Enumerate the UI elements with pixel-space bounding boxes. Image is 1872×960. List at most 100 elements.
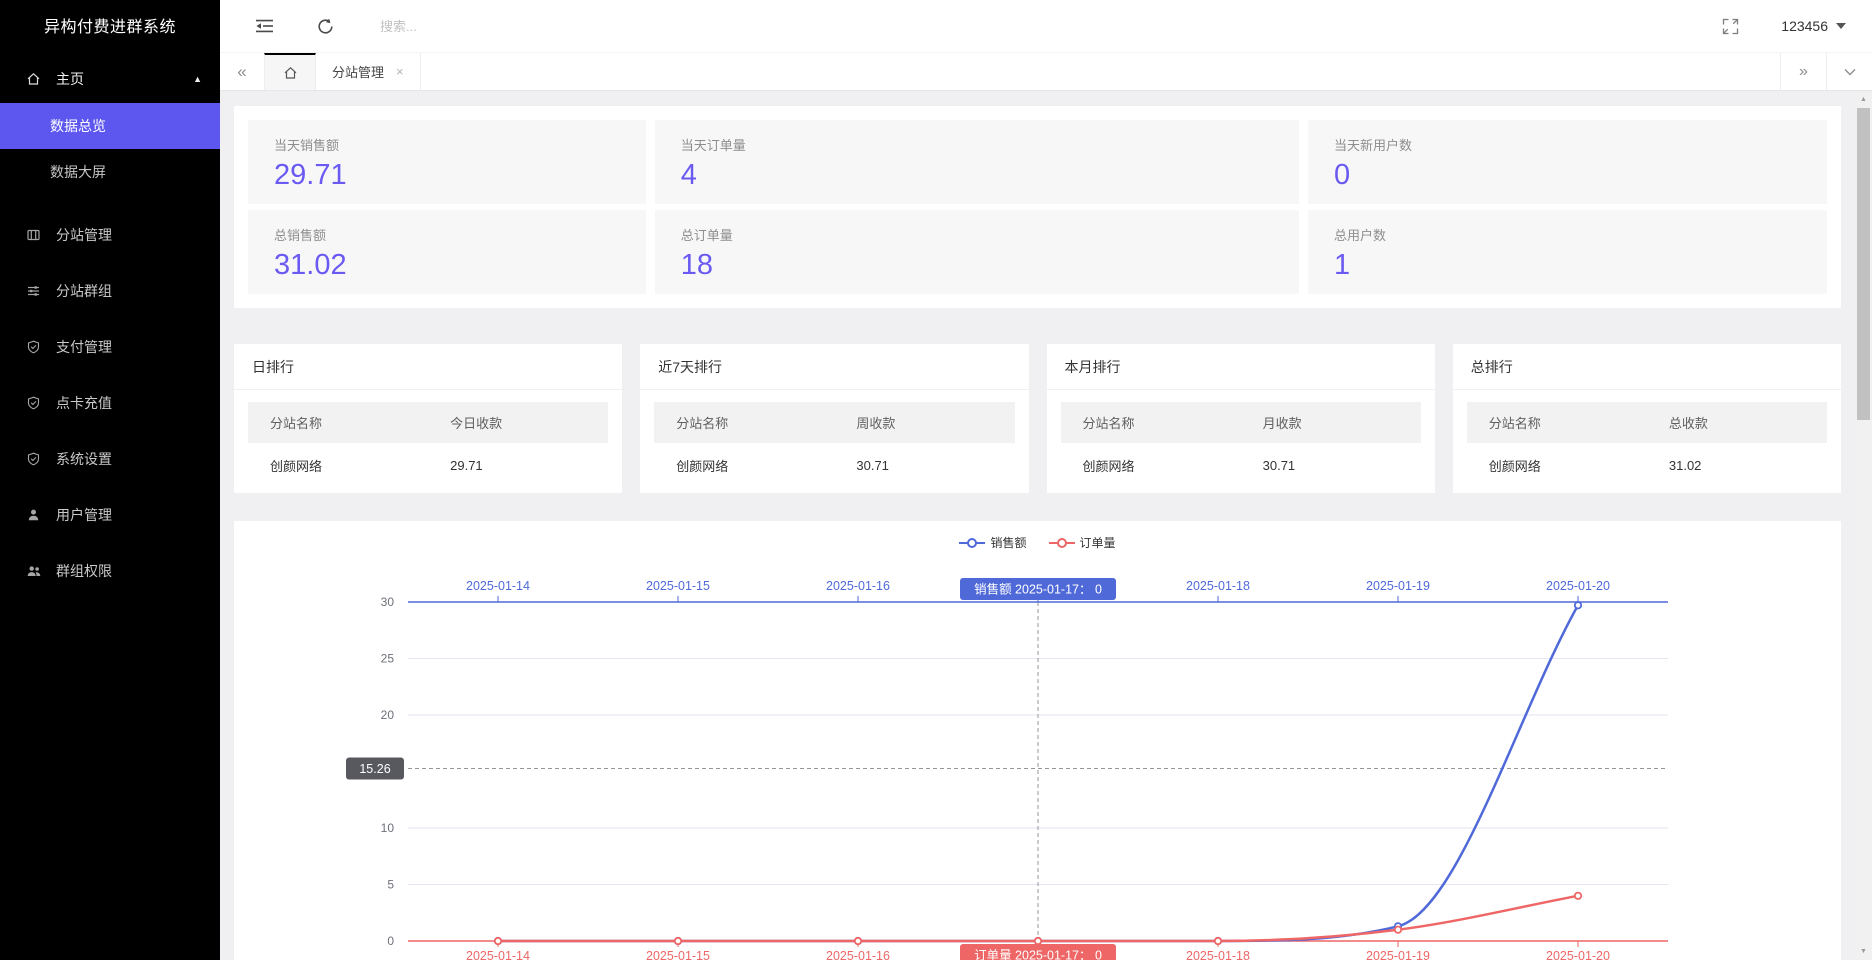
ranking-title: 日排行 <box>234 344 622 390</box>
legend-marker-icon <box>1049 537 1075 549</box>
sidebar-subitem[interactable]: 数据大屏 <box>0 149 220 195</box>
ranking-panel: 近7天排行分站名称周收款创颜网络30.71 <box>640 344 1028 493</box>
stat-value: 18 <box>681 249 1273 282</box>
sidebar-section: 分站管理分站群组支付管理点卡充值系统设置用户管理群组权限 <box>0 207 220 599</box>
table-row: 创颜网络29.71 <box>248 443 608 479</box>
stat-card: 当天订单量 4 <box>655 120 1299 204</box>
sidebar-item-label: 群组权限 <box>56 561 112 581</box>
sidebar-item[interactable]: 分站管理 <box>0 207 220 263</box>
stat-label: 当天新用户数 <box>1334 135 1801 154</box>
user-name: 123456 <box>1781 18 1828 34</box>
collapse-menu-icon[interactable] <box>252 13 278 39</box>
tabs-scroll-right-button[interactable]: » <box>1780 53 1826 90</box>
main-area: 123456 « 分站管理 × » 当天销售额29.71 当天订单量 4 当天新用户数… <box>220 0 1872 960</box>
tab-site-management[interactable]: 分站管理 × <box>316 53 421 90</box>
legend-item[interactable]: 销售额 <box>959 534 1026 551</box>
y-axis-label: 20 <box>381 708 395 722</box>
rankings-row: 日排行分站名称今日收款创颜网络29.71近7天排行分站名称周收款创颜网络30.7… <box>234 344 1841 493</box>
sidebar-item[interactable]: 群组权限 <box>0 543 220 599</box>
tabs-scroll-left-button[interactable]: « <box>220 53 264 90</box>
site-name-cell: 创颜网络 <box>1467 443 1647 479</box>
tab-close-icon[interactable]: × <box>396 64 404 79</box>
ranking-title: 本月排行 <box>1047 344 1435 390</box>
sidebar-item-label: 主页 <box>56 69 84 89</box>
shield-check-icon <box>26 452 43 466</box>
x-axis-label-top: 2025-01-15 <box>646 579 710 593</box>
stat-value: 29.71 <box>274 159 620 192</box>
caret-up-icon: ▲ <box>193 74 202 84</box>
ranking-panel: 本月排行分站名称月收款创颜网络30.71 <box>1047 344 1435 493</box>
search-input[interactable] <box>378 18 598 35</box>
user-icon <box>26 508 43 522</box>
vertical-scrollbar[interactable]: ▲ ▼ <box>1855 92 1872 960</box>
stat-card: 总订单量18 <box>655 210 1299 294</box>
ranking-body: 分站名称总收款创颜网络31.02 <box>1453 390 1841 493</box>
sidebar-item[interactable]: 主页 ▲ <box>0 55 220 103</box>
scrollbar-down-arrow[interactable]: ▼ <box>1855 946 1872 958</box>
stat-label: 当天订单量 <box>681 135 1273 154</box>
sidebar-item[interactable]: 点卡充值 <box>0 375 220 431</box>
column-header: 分站名称 <box>654 402 834 443</box>
sidebar-item-label: 分站群组 <box>56 281 112 301</box>
users-icon <box>26 564 43 578</box>
column-header: 总收款 <box>1647 402 1827 443</box>
column-header: 分站名称 <box>1467 402 1647 443</box>
x-axis-label-bottom: 2025-01-19 <box>1366 949 1430 960</box>
x-axis-label-bottom: 2025-01-18 <box>1186 949 1250 960</box>
amount-cell: 31.02 <box>1647 443 1827 479</box>
stat-label: 总销售额 <box>274 225 620 244</box>
legend-label: 销售额 <box>990 534 1026 551</box>
legend-marker-icon <box>959 537 985 549</box>
tooltip-y-value-text: 15.26 <box>359 762 390 776</box>
sidebar-item[interactable]: 分站群组 <box>0 263 220 319</box>
scrollbar-up-arrow[interactable]: ▲ <box>1855 94 1872 106</box>
amount-cell: 29.71 <box>428 443 608 479</box>
column-header: 今日收款 <box>428 402 608 443</box>
sidebar-subitem[interactable]: 数据总览 <box>0 103 220 149</box>
legend-item[interactable]: 订单量 <box>1049 534 1116 551</box>
ranking-panel: 日排行分站名称今日收款创颜网络29.71 <box>234 344 622 493</box>
x-axis-label-top: 2025-01-20 <box>1546 579 1610 593</box>
x-axis-label-bottom: 2025-01-15 <box>646 949 710 960</box>
table-row: 创颜网络30.71 <box>654 443 1014 479</box>
scrollbar-thumb[interactable] <box>1857 108 1870 420</box>
data-point-marker <box>855 938 861 944</box>
top-header: 123456 <box>220 0 1872 52</box>
chart-svg[interactable]: 2025-01-142025-01-142025-01-152025-01-15… <box>234 521 1841 960</box>
x-axis-label-top: 2025-01-19 <box>1366 579 1430 593</box>
tab-home[interactable] <box>264 53 316 90</box>
amount-cell: 30.71 <box>1241 443 1421 479</box>
ranking-panel: 总排行分站名称总收款创颜网络31.02 <box>1453 344 1841 493</box>
stats-grid: 当天销售额29.71当天订单量4当天新用户数0总销售额31.02总订单量18总用… <box>248 120 1827 294</box>
sidebar-item[interactable]: 支付管理 <box>0 319 220 375</box>
ranking-body: 分站名称周收款创颜网络30.71 <box>640 390 1028 493</box>
sidebar-item[interactable]: 用户管理 <box>0 487 220 543</box>
stat-label: 总用户数 <box>1334 225 1801 244</box>
sidebar-item[interactable]: 系统设置 <box>0 431 220 487</box>
stat-card: 当天销售额29.71 <box>248 120 646 204</box>
stat-card: 总用户数1 <box>1308 210 1827 294</box>
tabs-menu-button[interactable] <box>1826 53 1872 90</box>
user-dropdown[interactable]: 123456 <box>1781 18 1846 34</box>
data-point-marker <box>1035 938 1041 944</box>
column-header: 分站名称 <box>248 402 428 443</box>
fullscreen-icon[interactable] <box>1717 13 1743 39</box>
table-row: 创颜网络30.71 <box>1061 443 1421 479</box>
amount-cell: 30.71 <box>834 443 1014 479</box>
sidebar-item-label: 用户管理 <box>56 505 112 525</box>
stat-value: 31.02 <box>274 249 620 282</box>
tab-bar: « 分站管理 × » <box>220 52 1872 91</box>
sidebar: 异构付费进群系统 主页▲数据总览数据大屏分站管理分站群组支付管理点卡充值系统设置… <box>0 0 220 960</box>
shield-check-icon <box>26 396 43 410</box>
site-name-cell: 创颜网络 <box>1061 443 1241 479</box>
ranking-title: 总排行 <box>1453 344 1841 390</box>
refresh-icon[interactable] <box>312 13 338 39</box>
data-point-marker <box>495 938 501 944</box>
tooltip-orders-text: 订单量 2025-01-17： 0 <box>974 949 1102 960</box>
sidebar-item-label: 系统设置 <box>56 449 112 469</box>
sliders-icon <box>26 284 43 298</box>
data-point-marker <box>675 938 681 944</box>
stat-value: 4 <box>681 159 1273 192</box>
table-row: 创颜网络31.02 <box>1467 443 1827 479</box>
x-axis-label-top: 2025-01-18 <box>1186 579 1250 593</box>
